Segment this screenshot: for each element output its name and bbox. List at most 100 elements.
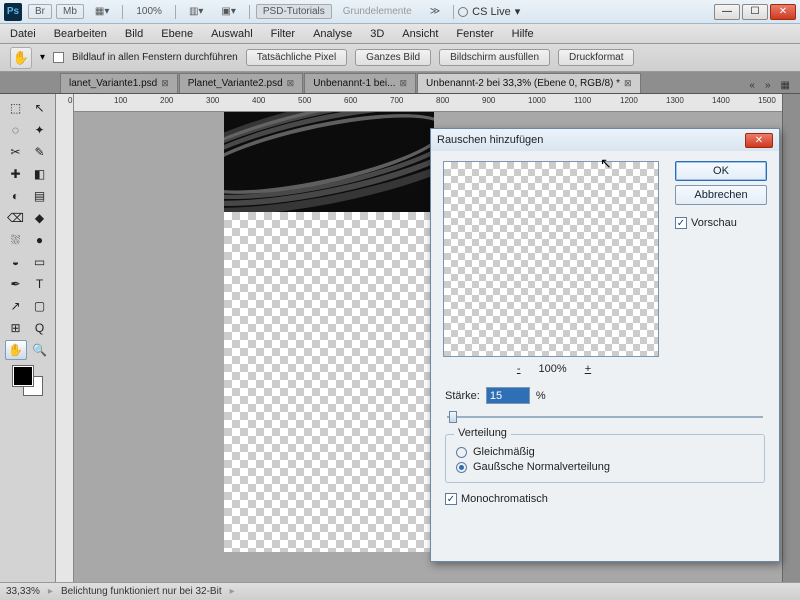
zoom-level[interactable]: 100% bbox=[129, 4, 169, 19]
tool-22[interactable]: ✋ bbox=[5, 340, 27, 360]
vertical-ruler bbox=[56, 94, 74, 582]
distribution-title: Verteilung bbox=[454, 427, 511, 439]
dialog-title: Rauschen hinzufügen bbox=[437, 134, 543, 146]
tab-nav-btn[interactable]: ▦ bbox=[777, 78, 794, 93]
hand-tool-icon[interactable]: ✋ bbox=[10, 47, 32, 69]
tool-1[interactable]: ↖ bbox=[29, 98, 51, 118]
tool-23[interactable]: 🔍 bbox=[29, 340, 51, 360]
tool-7[interactable]: ◧ bbox=[29, 164, 51, 184]
photoshop-icon: Ps bbox=[4, 3, 22, 21]
menu-bearbeiten[interactable]: Bearbeiten bbox=[54, 28, 107, 40]
ok-button[interactable]: OK bbox=[675, 161, 767, 181]
print-size-button[interactable]: Druckformat bbox=[558, 49, 634, 66]
tool-12[interactable]: ⛆ bbox=[5, 230, 27, 250]
tool-10[interactable]: ⌫ bbox=[5, 208, 27, 228]
document[interactable] bbox=[224, 112, 434, 552]
tab-close-icon[interactable]: ⊠ bbox=[161, 78, 169, 89]
menu-ebene[interactable]: Ebene bbox=[161, 28, 193, 40]
document-tabs: lanet_Variante1.psd⊠Planet_Variante2.psd… bbox=[0, 72, 800, 94]
menu-filter[interactable]: Filter bbox=[271, 28, 295, 40]
foreground-swatch[interactable] bbox=[13, 366, 33, 386]
panel-dock[interactable] bbox=[782, 94, 800, 582]
preview-checkbox[interactable]: ✓ bbox=[675, 217, 687, 229]
strength-input[interactable] bbox=[486, 387, 530, 404]
maximize-button[interactable]: ☐ bbox=[742, 4, 768, 20]
menu-3d[interactable]: 3D bbox=[370, 28, 384, 40]
cs-live[interactable]: CS Live▾ bbox=[458, 5, 520, 18]
noise-preview[interactable] bbox=[443, 161, 659, 357]
scroll-all-checkbox[interactable] bbox=[53, 52, 64, 63]
doc-tab[interactable]: Planet_Variante2.psd⊠ bbox=[179, 73, 303, 93]
tab-close-icon[interactable]: ⊠ bbox=[624, 78, 632, 89]
scroll-all-label: Bildlauf in allen Fenstern durchführen bbox=[72, 52, 238, 63]
options-bar: ✋ ▾ Bildlauf in allen Fenstern durchführ… bbox=[0, 44, 800, 72]
bridge-icon[interactable]: Br bbox=[28, 4, 52, 19]
menu-analyse[interactable]: Analyse bbox=[313, 28, 352, 40]
close-button[interactable]: ✕ bbox=[770, 4, 796, 20]
transparent-area bbox=[224, 212, 434, 552]
tool-11[interactable]: ◆ bbox=[29, 208, 51, 228]
tool-2[interactable]: ◌ bbox=[5, 120, 27, 140]
arrange-icon[interactable]: ▥▾ bbox=[182, 4, 210, 19]
menu-bar: Datei Bearbeiten Bild Ebene Auswahl Filter Ana… bbox=[0, 24, 800, 44]
tool-5[interactable]: ✎ bbox=[29, 142, 51, 162]
workspace-1[interactable]: PSD-Tutorials bbox=[256, 4, 332, 19]
tool-grid: ⬚↖◌✦✂✎✚◧◐▤⌫◆⛆●◒▭✒T↗▢⊞Q✋🔍 bbox=[5, 98, 51, 360]
status-message: Belichtung funktioniert nur bei 32-Bit bbox=[61, 586, 222, 597]
tab-close-icon[interactable]: ⊠ bbox=[287, 78, 295, 89]
tool-20[interactable]: ⊞ bbox=[5, 318, 27, 338]
tool-18[interactable]: ↗ bbox=[5, 296, 27, 316]
tool-15[interactable]: ▭ bbox=[29, 252, 51, 272]
tool-16[interactable]: ✒ bbox=[5, 274, 27, 294]
tool-14[interactable]: ◒ bbox=[5, 252, 27, 272]
zoom-out-button[interactable]: - bbox=[513, 363, 525, 375]
status-zoom[interactable]: 33,33% bbox=[6, 586, 40, 597]
workspace-2[interactable]: Grundelemente bbox=[336, 4, 419, 19]
tool-6[interactable]: ✚ bbox=[5, 164, 27, 184]
tool-0[interactable]: ⬚ bbox=[5, 98, 27, 118]
zoom-in-button[interactable]: + bbox=[581, 363, 595, 375]
gaussian-radio[interactable] bbox=[456, 462, 467, 473]
dialog-titlebar[interactable]: Rauschen hinzufügen ✕ bbox=[431, 129, 779, 151]
menu-auswahl[interactable]: Auswahl bbox=[211, 28, 253, 40]
screen-mode-icon[interactable]: ▣▾ bbox=[214, 4, 242, 19]
tab-close-icon[interactable]: ⊠ bbox=[399, 78, 407, 89]
monochromatic-checkbox[interactable]: ✓ bbox=[445, 493, 457, 505]
menu-hilfe[interactable]: Hilfe bbox=[512, 28, 534, 40]
doc-tab[interactable]: Unbenannt-1 bei...⊠ bbox=[304, 73, 416, 93]
uniform-label: Gleichmäßig bbox=[473, 446, 535, 458]
view-mode-icon[interactable]: ▦▾ bbox=[88, 4, 116, 19]
fit-screen-button[interactable]: Ganzes Bild bbox=[355, 49, 431, 66]
percent-label: % bbox=[536, 390, 546, 402]
tool-13[interactable]: ● bbox=[29, 230, 51, 250]
uniform-radio[interactable] bbox=[456, 447, 467, 458]
strength-label: Stärke: bbox=[445, 390, 480, 402]
fill-screen-button[interactable]: Bildschirm ausfüllen bbox=[439, 49, 550, 66]
color-swatches[interactable] bbox=[13, 366, 43, 396]
dialog-close-button[interactable]: ✕ bbox=[745, 133, 773, 148]
menu-datei[interactable]: Datei bbox=[10, 28, 36, 40]
workspace-more[interactable]: ≫ bbox=[423, 4, 447, 19]
zoom-percent: 100% bbox=[539, 363, 567, 375]
tool-4[interactable]: ✂ bbox=[5, 142, 27, 162]
doc-tab[interactable]: Unbenannt-2 bei 33,3% (Ebene 0, RGB/8) *… bbox=[417, 73, 641, 93]
tab-nav-btn[interactable]: » bbox=[761, 78, 775, 93]
menu-bild[interactable]: Bild bbox=[125, 28, 143, 40]
tool-9[interactable]: ▤ bbox=[29, 186, 51, 206]
menu-ansicht[interactable]: Ansicht bbox=[402, 28, 438, 40]
minibridge-icon[interactable]: Mb bbox=[56, 4, 84, 19]
planet-rings-image bbox=[224, 112, 434, 212]
minimize-button[interactable]: — bbox=[714, 4, 740, 20]
tool-21[interactable]: Q bbox=[29, 318, 51, 338]
tool-19[interactable]: ▢ bbox=[29, 296, 51, 316]
cancel-button[interactable]: Abbrechen bbox=[675, 185, 767, 205]
tool-3[interactable]: ✦ bbox=[29, 120, 51, 140]
horizontal-ruler: 0100200300400500600700800900100011001200… bbox=[74, 94, 782, 112]
doc-tab[interactable]: lanet_Variante1.psd⊠ bbox=[60, 73, 178, 93]
menu-fenster[interactable]: Fenster bbox=[456, 28, 493, 40]
actual-pixels-button[interactable]: Tatsächliche Pixel bbox=[246, 49, 347, 66]
tool-17[interactable]: T bbox=[29, 274, 51, 294]
tab-nav-btn[interactable]: « bbox=[745, 78, 759, 93]
tool-8[interactable]: ◐ bbox=[5, 186, 27, 206]
strength-slider[interactable] bbox=[447, 408, 763, 426]
